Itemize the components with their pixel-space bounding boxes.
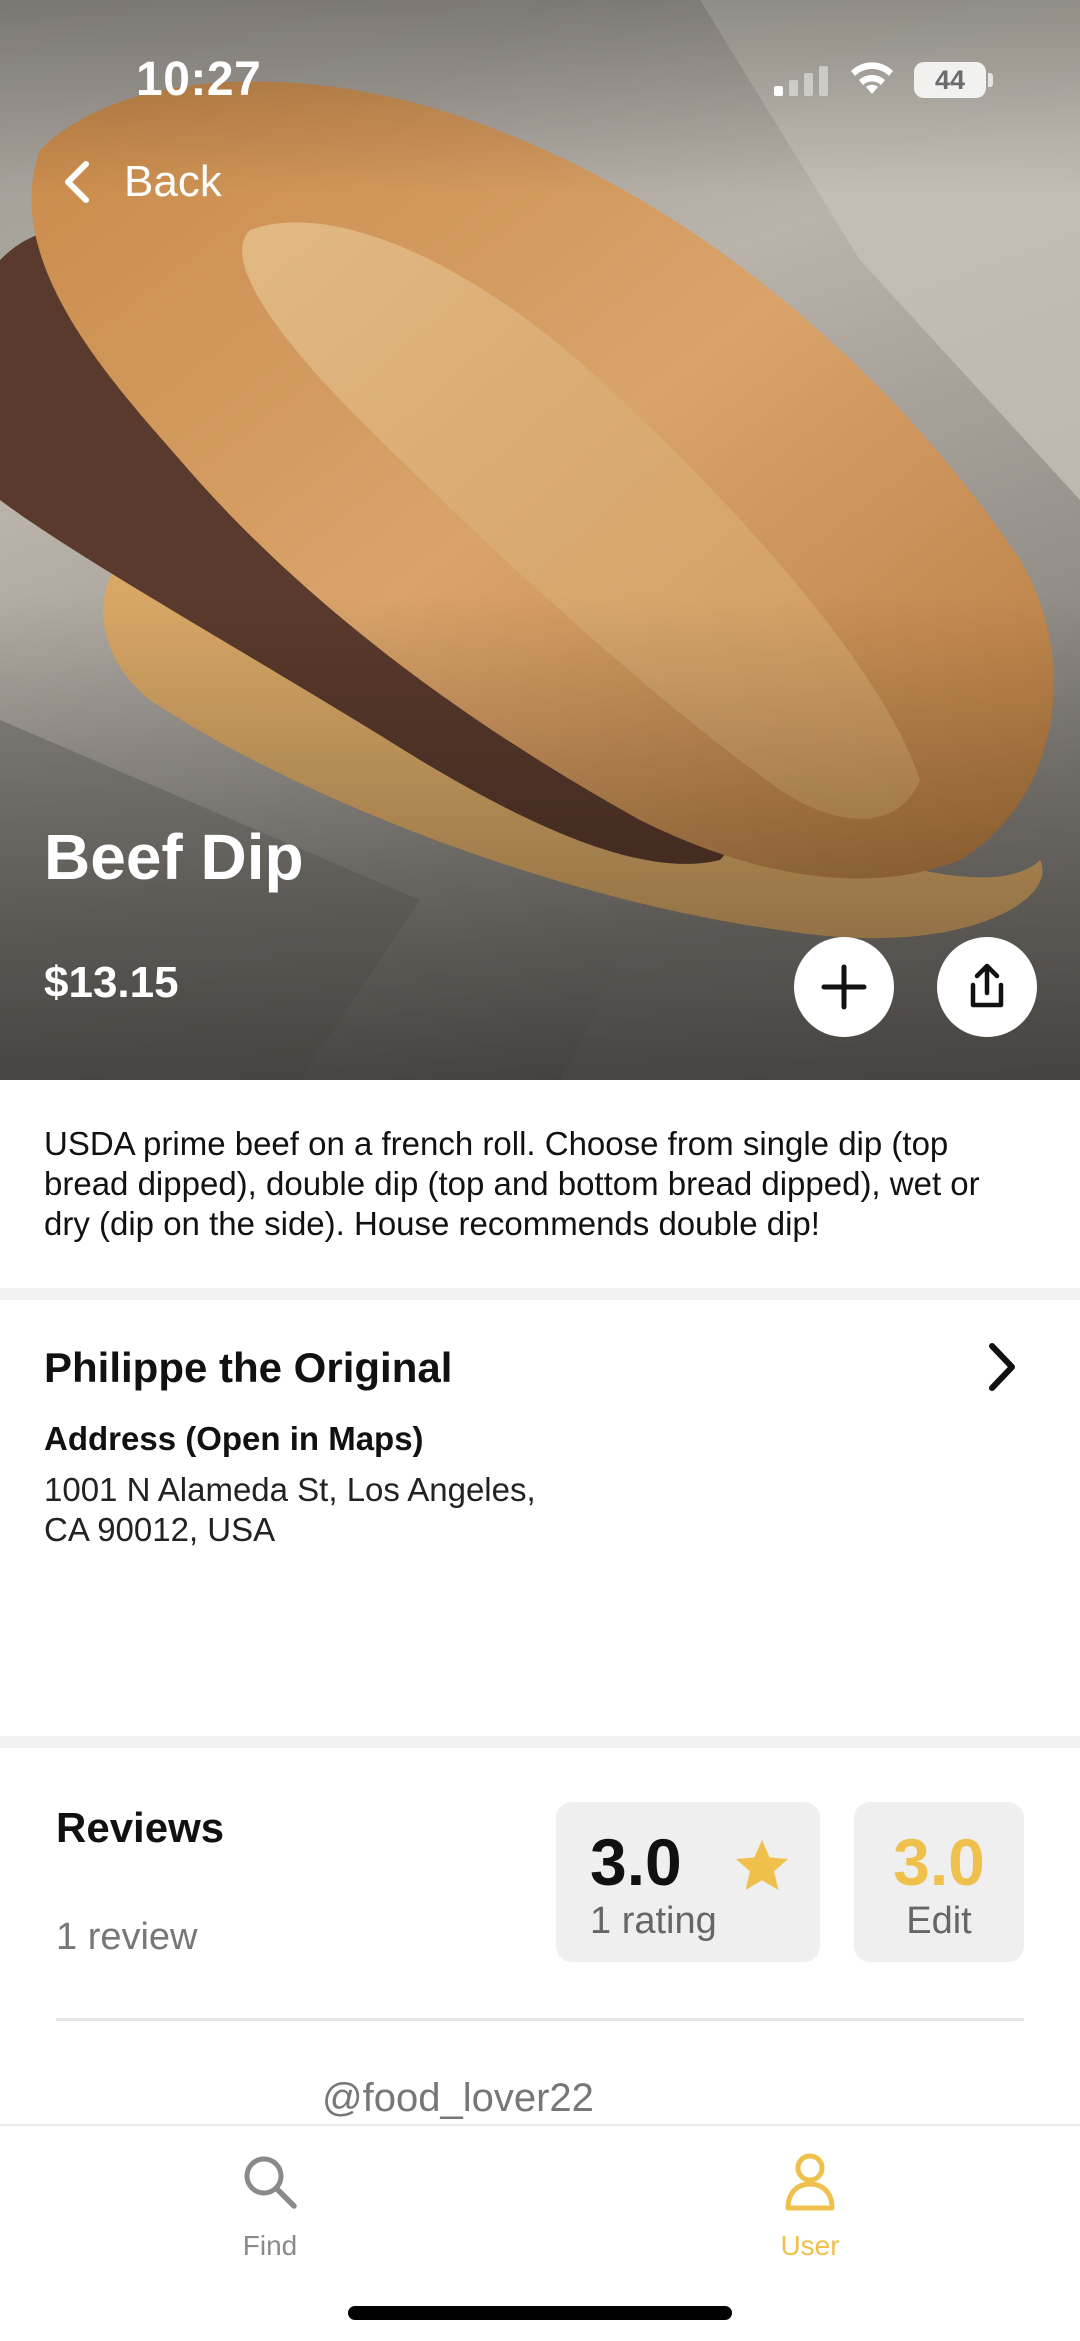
back-label: Back bbox=[124, 157, 222, 206]
tab-find-label: Find bbox=[242, 2230, 298, 2261]
tab-user-label: User bbox=[780, 2230, 840, 2261]
review-count: 1 review bbox=[56, 1916, 198, 1958]
section-divider bbox=[0, 1288, 1080, 1300]
star-icon bbox=[736, 1840, 788, 1890]
tab-user[interactable]: User bbox=[710, 2150, 910, 2262]
section-divider bbox=[0, 1736, 1080, 1748]
add-button[interactable] bbox=[794, 937, 894, 1037]
wifi-icon bbox=[851, 62, 893, 94]
reviews-divider bbox=[56, 2018, 1024, 2021]
status-bar: 10:27 44 bbox=[0, 0, 1080, 150]
average-rating-value: 3.0 bbox=[590, 1825, 682, 1899]
battery-indicator: 44 bbox=[914, 62, 986, 98]
edit-rating-button[interactable]: 3.0 Edit bbox=[854, 1802, 1024, 1962]
back-button[interactable]: Back bbox=[56, 150, 222, 214]
dish-price: $13.15 bbox=[44, 958, 179, 1007]
dish-photo: 10:27 44 Back Beef Dip $13.15 bbox=[0, 0, 1080, 1080]
address-open-in-maps-link[interactable]: Address (Open in Maps) bbox=[44, 1420, 424, 1458]
rating-count: 1 rating bbox=[590, 1900, 717, 1942]
tab-find[interactable]: Find bbox=[170, 2150, 370, 2262]
plus-icon bbox=[821, 964, 867, 1010]
status-time: 10:27 bbox=[136, 53, 262, 106]
search-icon bbox=[244, 2156, 297, 2209]
review-username[interactable]: @food_lover22 bbox=[322, 2076, 594, 2121]
share-button[interactable] bbox=[937, 937, 1037, 1037]
dish-description: USDA prime beef on a french roll. Choose… bbox=[44, 1125, 980, 1242]
cellular-signal-icon bbox=[774, 66, 828, 96]
home-indicator bbox=[348, 2306, 732, 2320]
my-rating-value: 3.0 bbox=[893, 1825, 985, 1899]
chevron-left-icon bbox=[65, 161, 89, 203]
share-icon bbox=[970, 963, 1004, 1008]
battery-tip bbox=[988, 73, 993, 87]
dish-title: Beef Dip bbox=[44, 821, 304, 893]
average-rating-card: 3.0 1 rating bbox=[556, 1802, 820, 1962]
chevron-right-icon[interactable] bbox=[982, 1340, 1022, 1394]
user-icon bbox=[785, 2153, 835, 2211]
edit-label: Edit bbox=[906, 1900, 972, 1942]
restaurant-address: 1001 N Alameda St, Los Angeles, CA 90012… bbox=[44, 1471, 536, 1548]
restaurant-name[interactable]: Philippe the Original bbox=[44, 1344, 452, 1392]
reviews-heading: Reviews bbox=[56, 1804, 225, 1851]
